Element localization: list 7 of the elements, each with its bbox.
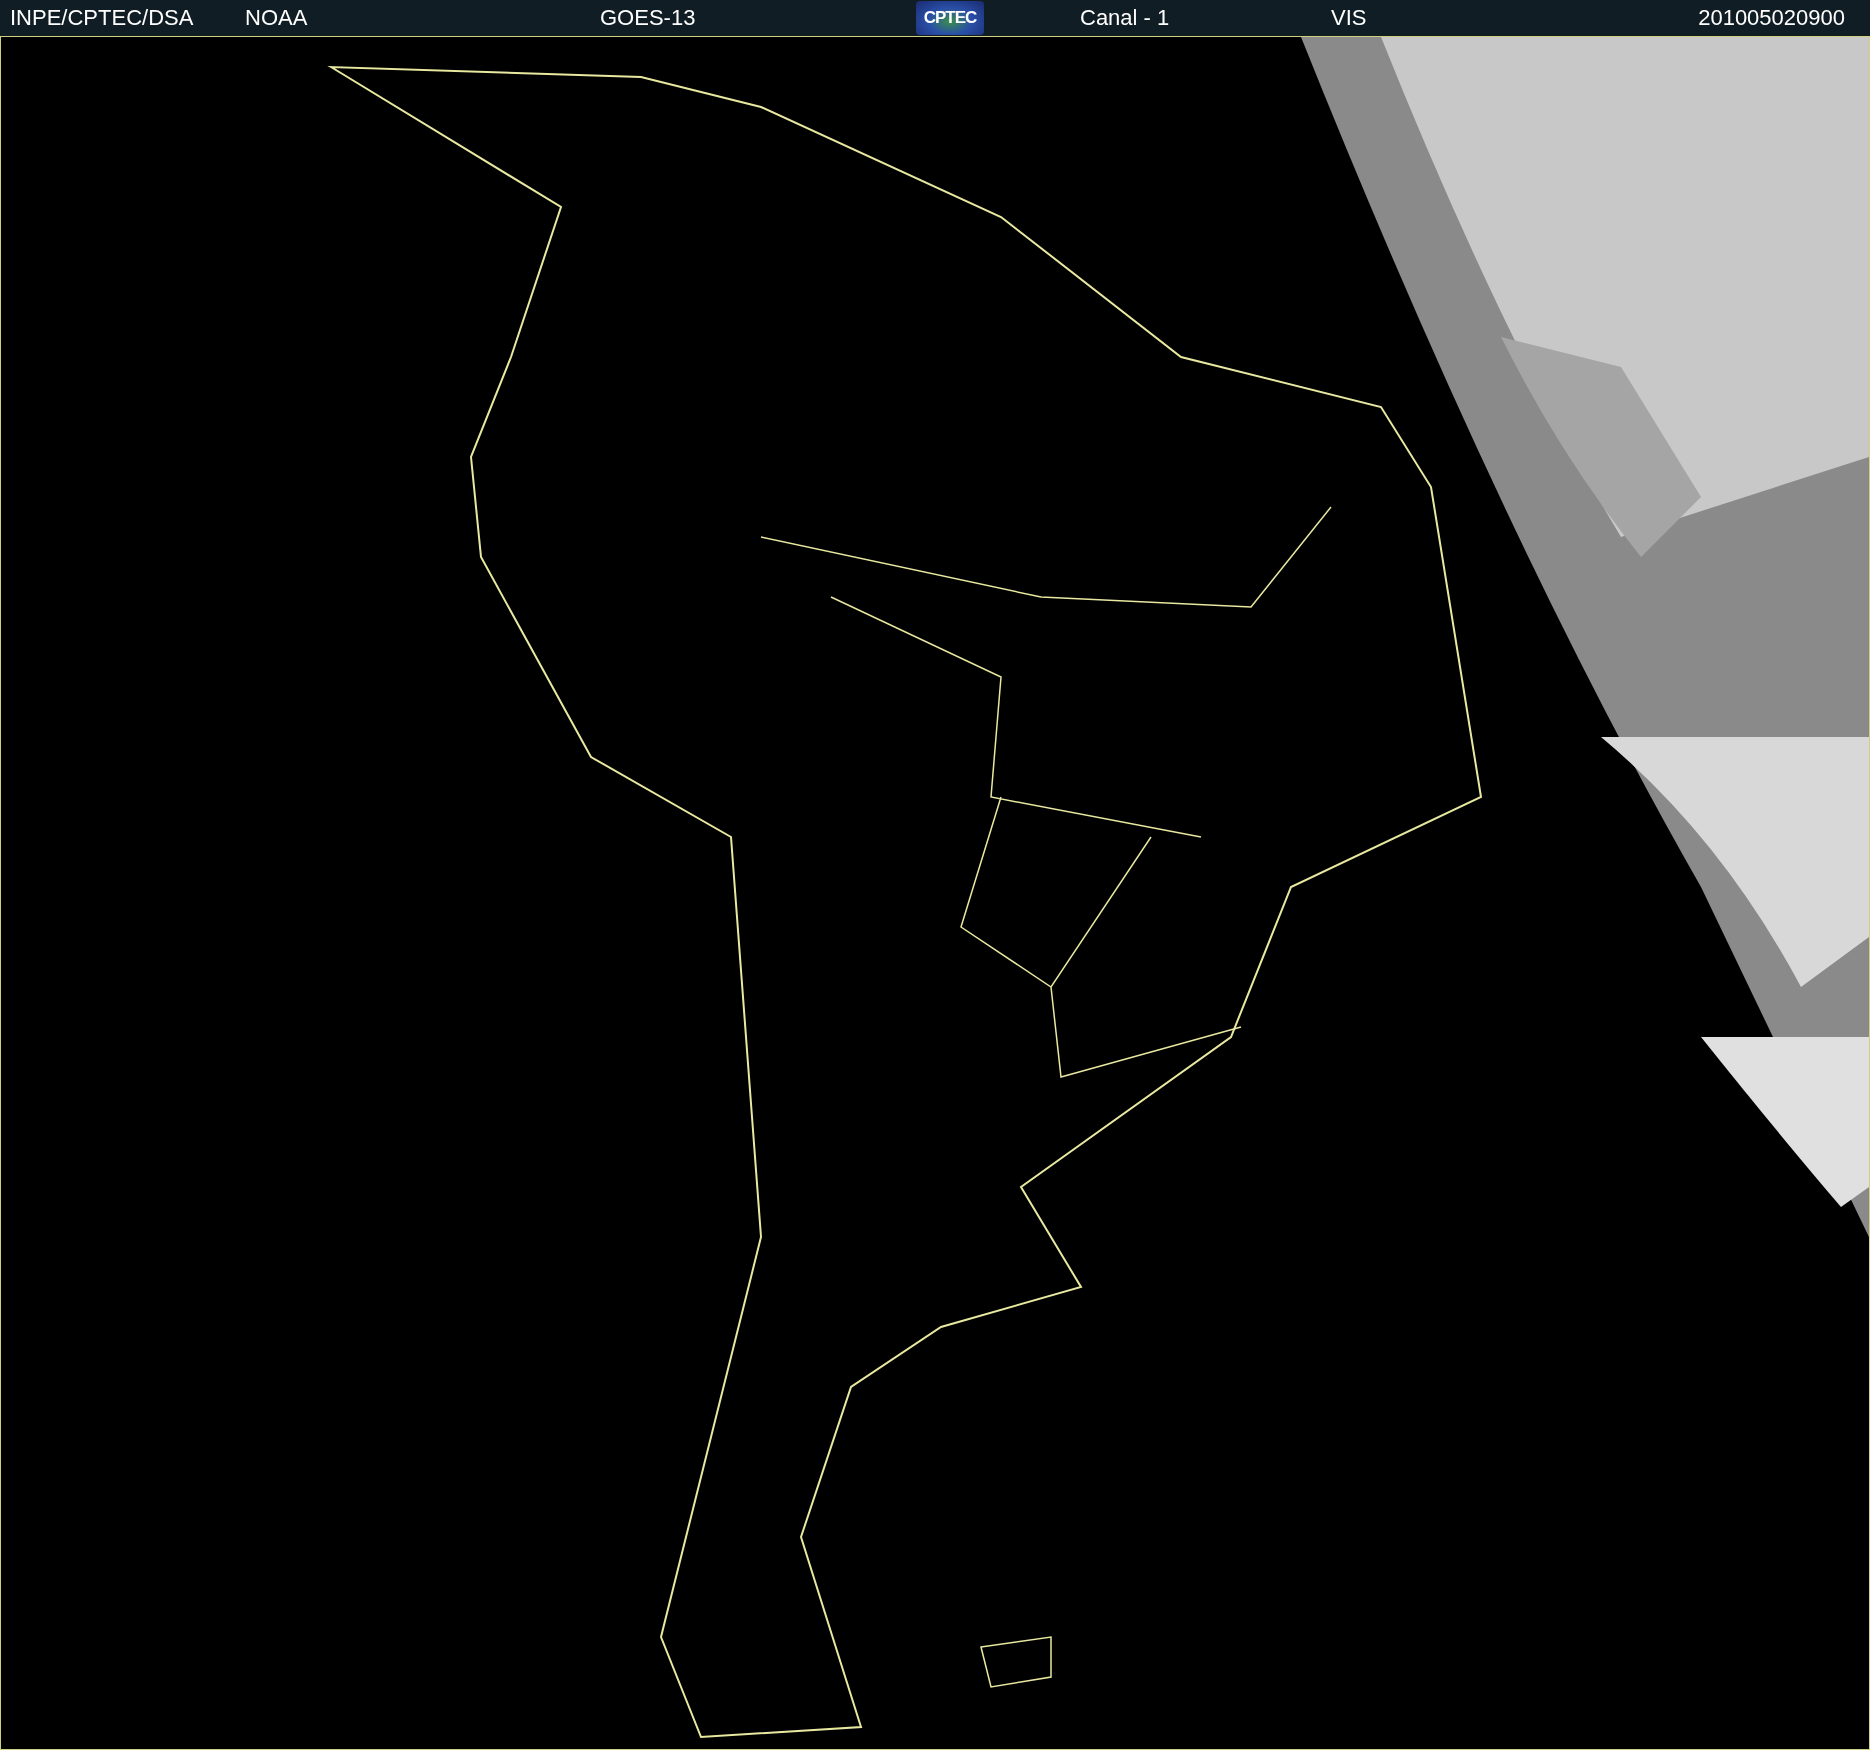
timestamp: 201005020900 (1698, 5, 1846, 31)
logo: CPTEC (916, 1, 984, 35)
agency-label: NOAA (244, 5, 309, 31)
satellite-label: GOES-13 (599, 5, 697, 31)
source-label: INPE/CPTEC/DSA (9, 5, 195, 31)
band-label: VIS (1330, 5, 1368, 31)
channel-label: Canal - 1 (1079, 5, 1171, 31)
